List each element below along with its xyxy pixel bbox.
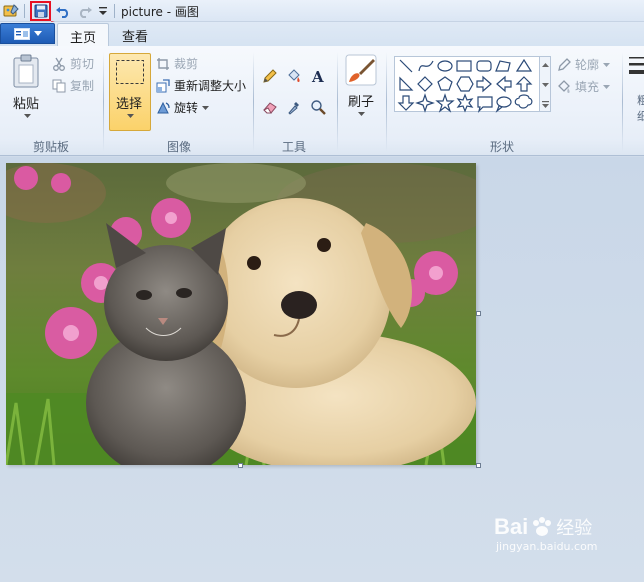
size-label-fragment-1: 粗 [637,94,644,107]
size-label-fragment-2: 细 [637,110,644,123]
paint-app-icon[interactable] [2,3,20,19]
rotate-button[interactable]: 旋转 [156,99,210,116]
outline-label: 轮廓 [575,58,600,72]
svg-text:A: A [311,68,324,84]
chevron-down-icon [33,31,42,36]
brush-icon [345,54,377,86]
watermark-brand: Bai [494,514,529,539]
select-button[interactable]: 选择 [109,53,151,131]
shapes-gallery[interactable] [394,56,540,113]
select-label: 选择 [116,97,143,112]
shapes-group-label: 形状 [490,140,515,154]
image-group-label: 图像 [167,140,192,154]
canvas-resize-handle-bottom[interactable] [238,463,243,468]
crop-button[interactable]: 裁剪 [156,55,198,72]
redo-icon[interactable] [77,3,93,19]
group-divider [386,52,387,152]
group-divider [103,52,104,152]
text-icon[interactable]: A [308,66,328,86]
chevron-down-icon [358,112,365,116]
chevron-down-icon [603,84,611,89]
pencil-icon[interactable] [260,66,280,86]
copy-label: 复制 [70,79,95,93]
watermark-url: jingyan.baidu.com [496,540,598,553]
outline-button[interactable]: 轮廓 [557,56,611,73]
magnifier-icon[interactable] [308,97,328,117]
size-button[interactable]: 粗 细 [628,54,644,134]
chevron-down-icon [603,62,611,67]
drawing-canvas[interactable] [6,163,476,465]
group-divider [253,52,254,152]
group-divider [337,52,338,152]
paw-icon [533,517,552,536]
crop-icon [157,57,169,70]
resize-label: 重新调整大小 [174,79,247,93]
canvas-resize-handle-right[interactable] [476,311,481,316]
chevron-down-icon [542,83,549,87]
fill-label: 填充 [575,80,600,94]
outline-pen-icon [558,57,571,71]
copy-icon [52,79,66,92]
chevron-down-icon [127,114,134,118]
baidu-jingyan-watermark: Bai 经验 jingyan.baidu.com [494,514,598,553]
brushes-button[interactable]: 刷子 [343,52,379,126]
resize-icon [156,78,170,92]
chevron-down-icon [202,105,210,110]
cut-button[interactable]: 剪切 [52,55,94,72]
brushes-label: 刷子 [348,95,375,110]
rotate-label: 旋转 [174,101,199,115]
scissors-icon [53,57,65,71]
crop-label: 裁剪 [174,57,199,71]
copy-button[interactable]: 复制 [52,77,94,94]
paint-menu-button[interactable] [0,23,55,44]
eraser-icon[interactable] [260,97,280,117]
paste-label: 粘贴 [13,97,40,112]
expand-gallery-icon [542,101,549,108]
customize-toolbar-icon[interactable] [98,3,108,19]
tab-view[interactable]: 查看 [110,23,160,46]
shapes-grid-icon [397,58,533,113]
chevron-up-icon [542,63,549,67]
fill-bucket-icon[interactable] [284,66,304,86]
paint-menu-icon [13,27,30,40]
window-title: picture - 画图 [121,5,199,19]
watermark-brand-2: 经验 [556,518,593,539]
color-picker-icon[interactable] [284,97,304,117]
tools-group-label: 工具 [282,140,307,154]
group-divider [622,52,623,152]
undo-icon[interactable] [55,3,71,19]
ribbon-tabs: 主页 查看 [0,22,644,46]
paste-button[interactable]: 粘贴 [8,52,46,132]
clipboard-group-label: 剪贴板 [33,140,70,154]
fill-button[interactable]: 填充 [557,78,611,95]
title-bar: picture - 画图 [0,0,644,22]
ribbon: 粘贴 剪切 复制 剪贴板 选择 裁剪 重新调整大小 旋转 图像 A 工具 刷子 … [0,46,644,156]
selection-rectangle-icon [116,60,144,84]
canvas-resize-handle-corner[interactable] [476,463,481,468]
shapes-scrollbar[interactable] [540,56,551,112]
line-size-icon [629,57,644,74]
clipboard-icon [13,54,39,88]
fill-bucket-icon [558,79,570,93]
resize-button[interactable]: 重新调整大小 [156,77,246,94]
tab-home[interactable]: 主页 [57,23,110,46]
rotate-icon [157,101,170,113]
cut-label: 剪切 [70,57,95,71]
chevron-down-icon [24,114,31,118]
puppy-and-kitten-photo [6,163,476,465]
